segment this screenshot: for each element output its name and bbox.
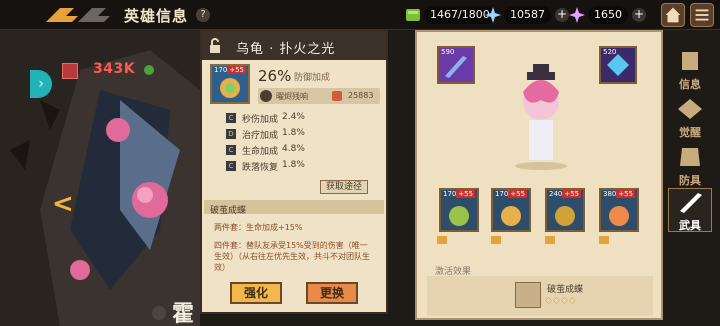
diamond-resource: 1650 +: [568, 5, 646, 25]
armor-icon: [449, 206, 469, 226]
help-icon[interactable]: ?: [196, 8, 210, 22]
tab-weapon[interactable]: 武具: [668, 188, 712, 232]
menu-icon: [695, 9, 709, 21]
helmet-icon: [220, 78, 240, 98]
crown-icon: [491, 236, 501, 244]
diamond-add-button[interactable]: +: [632, 8, 646, 22]
strengthen-button[interactable]: 强化: [230, 282, 282, 304]
weapon-tab-icon: [680, 193, 702, 213]
stat-grade: D: [226, 129, 236, 139]
stat-name: 跌落恢复: [242, 163, 279, 173]
power-icon: [62, 63, 78, 79]
stat-value: 4.8%: [282, 144, 305, 154]
game-logo-icon: [46, 8, 110, 22]
home-icon: [665, 7, 681, 23]
stat-grade: C: [226, 145, 236, 155]
stat-row: D 治疗加成 1.8%: [226, 128, 376, 142]
boots-icon: [555, 206, 575, 226]
stat-name: 治疗加成: [242, 131, 279, 141]
gift-icon: [332, 91, 342, 101]
hero-name: 霍: [172, 302, 195, 326]
set-two-piece-bonus: 两件套：生命加成+15%: [214, 223, 303, 232]
slot-level: 520: [603, 48, 617, 56]
power-boost-icon: [144, 65, 154, 75]
stat-row: C 跌落恢复 1.8%: [226, 160, 376, 174]
lock-icon[interactable]: [208, 38, 222, 54]
obtain-source-button[interactable]: 获取途径: [320, 180, 368, 194]
page-title: 英雄信息: [124, 7, 189, 25]
card-header: 乌龟 · 扑火之光: [202, 32, 386, 60]
stat-name: 秒伤加成: [242, 115, 279, 125]
diamond-value: 1650: [588, 6, 628, 24]
set-progress-diamonds: ◇◇◇◇: [545, 296, 577, 306]
crystal-icon: [485, 7, 501, 23]
burn-echo-icon: [260, 90, 272, 102]
equipment-item-icon: 170 +55: [210, 64, 250, 104]
tab-label: 武具: [679, 219, 701, 232]
accessory-icon: [609, 206, 629, 226]
equipment-slot-4[interactable]: 380 +55: [599, 188, 639, 232]
sub-stats-list: C 秒伤加成 2.4% D 治疗加成 1.8% C 生命加成 4.8% C 跌落…: [226, 112, 376, 176]
main-stat-percent: 26%: [258, 67, 292, 85]
hero-power: 343K: [93, 61, 136, 77]
hero-chibi-figure: [515, 64, 567, 170]
menu-button[interactable]: [690, 3, 714, 27]
tab-info[interactable]: 信息: [668, 48, 712, 92]
tab-armor[interactable]: 防具: [668, 144, 712, 188]
main-stat-name: 防御加成: [294, 73, 331, 83]
crystal-add-button[interactable]: +: [555, 8, 569, 22]
tab-label: 信息: [679, 78, 701, 91]
info-tab-icon: [682, 52, 698, 70]
tab-label: 防具: [679, 174, 701, 187]
home-button[interactable]: [661, 3, 685, 27]
weapon-slot[interactable]: 590: [437, 46, 475, 84]
gem-slot[interactable]: 520: [599, 46, 637, 84]
diamond-icon: [569, 7, 585, 23]
stat-name: 生命加成: [242, 147, 279, 157]
set-effect-name: 破茧成蝶: [547, 285, 584, 295]
crown-icon: [599, 236, 609, 244]
burn-echo-label: 曜烬残响: [276, 92, 308, 101]
stamina-resource: 1467/1800: [404, 5, 496, 25]
top-bar: 英雄信息 ? 1467/1800 10587 + 1650 +: [0, 0, 720, 30]
crystal-resource: 10587 +: [484, 5, 569, 25]
stat-value: 2.4%: [282, 112, 305, 122]
equipment-slot-1[interactable]: 170 +55: [439, 188, 479, 232]
tab-awaken[interactable]: 觉醒: [668, 96, 712, 140]
armor-tab-icon: [680, 148, 700, 166]
activate-effect-box: 破茧成蝶 ◇◇◇◇: [427, 276, 653, 316]
helmet-icon: [501, 206, 521, 226]
set-name: 破茧成蝶: [210, 206, 247, 216]
previous-hero-arrow[interactable]: <: [52, 190, 74, 218]
hero-class-icon: [152, 306, 166, 320]
set-effect-icon[interactable]: [515, 282, 541, 308]
awaken-tab-icon: [678, 99, 702, 119]
tab-label: 觉醒: [679, 126, 701, 139]
equipment-detail-card: 乌龟 · 扑火之光 170 +55 26% 防御加成 曜烬残响 25883 C …: [200, 30, 388, 314]
replace-button[interactable]: 更换: [306, 282, 358, 304]
burn-echo-bar: 曜烬残响 25883: [258, 88, 380, 104]
stamina-icon: [406, 9, 420, 21]
crown-icon: [437, 236, 447, 244]
stat-value: 1.8%: [282, 128, 305, 138]
crown-icon: [545, 236, 555, 244]
stat-row: C 秒伤加成 2.4%: [226, 112, 376, 126]
equipment-slot-3[interactable]: 240 +55: [545, 188, 585, 232]
crystal-value: 10587: [504, 6, 551, 24]
card-title: 乌龟 · 扑火之光: [236, 42, 336, 57]
stat-grade: C: [226, 113, 236, 123]
set-four-piece-bonus: 四件套：替队友承受15%受到的伤害（唯一生效）（从右往左优先生效，共斗不对团队生…: [214, 241, 370, 272]
slot-level: 590: [441, 48, 455, 56]
equipment-slot-2[interactable]: 170 +55: [491, 188, 531, 232]
stat-row: C 生命加成 4.8%: [226, 144, 376, 158]
hero-portrait-area: › 343K < 霍: [0, 30, 200, 326]
equipment-panel: 590 520 170 +55 170 +55 240 +55 380 +55 …: [415, 30, 663, 320]
stat-grade: C: [226, 161, 236, 171]
burn-echo-value: 25883: [348, 91, 374, 100]
stat-value: 1.8%: [282, 160, 305, 170]
